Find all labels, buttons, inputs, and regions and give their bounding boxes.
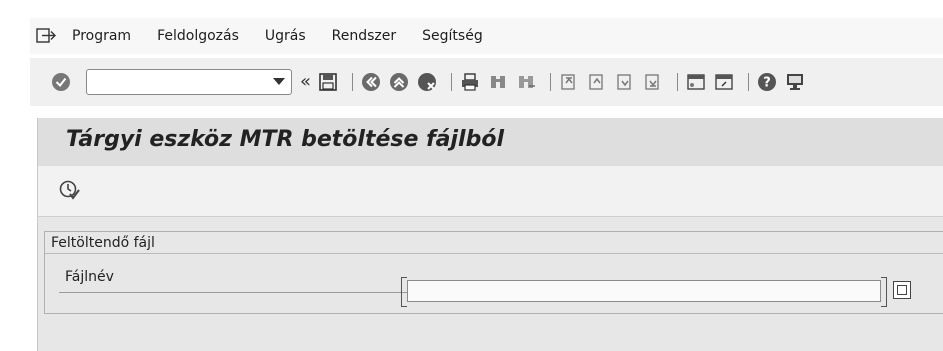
shortcut-icon[interactable] xyxy=(713,71,735,93)
find-next-icon[interactable] xyxy=(515,71,537,93)
group-title: Feltöltendő fájl xyxy=(45,232,943,254)
field-bracket-right xyxy=(881,277,887,307)
page-title: Tárgyi eszköz MTR betöltése fájlból xyxy=(66,127,504,152)
last-page-icon[interactable] xyxy=(642,71,664,93)
save-icon[interactable] xyxy=(317,71,339,93)
svg-text:?: ? xyxy=(763,76,771,91)
previous-page-icon[interactable] xyxy=(586,71,608,93)
exit-icon[interactable] xyxy=(388,71,410,93)
toolbar-separator xyxy=(451,73,453,91)
menu-item-program[interactable]: Program xyxy=(72,28,131,44)
command-field[interactable] xyxy=(86,69,292,95)
toolbar-separator xyxy=(748,73,750,91)
help-icon[interactable]: ? xyxy=(756,71,778,93)
cancel-icon[interactable] xyxy=(416,71,438,93)
filename-label: Fájlnév xyxy=(65,269,114,285)
command-input[interactable] xyxy=(91,72,265,94)
print-icon[interactable] xyxy=(459,71,481,93)
filename-input[interactable] xyxy=(407,280,881,302)
execute-icon[interactable] xyxy=(58,179,80,201)
enter-icon[interactable] xyxy=(50,71,72,93)
toolbar-separator xyxy=(550,73,552,91)
menu-item-feldolgozas[interactable]: Feldolgozás xyxy=(157,28,239,44)
label-underline xyxy=(59,292,413,293)
main-content: Feltöltendő fájl Fájlnév xyxy=(37,217,943,351)
first-page-icon[interactable] xyxy=(558,71,580,93)
toolbar-separator xyxy=(352,73,354,91)
menu-exit-icon[interactable] xyxy=(36,27,58,45)
collapse-icon[interactable]: « xyxy=(300,73,311,91)
command-dropdown-icon[interactable] xyxy=(273,78,285,85)
toolbar-separator xyxy=(677,73,679,91)
application-toolbar xyxy=(37,166,943,217)
menu-bar: Program Feldolgozás Ugrás Rendszer Segít… xyxy=(30,18,943,54)
standard-toolbar: « ? xyxy=(30,58,943,106)
next-page-icon[interactable] xyxy=(614,71,636,93)
layout-icon[interactable] xyxy=(784,71,806,93)
menu-item-rendszer[interactable]: Rendszer xyxy=(332,28,396,44)
upload-file-group: Feltöltendő fájl Fájlnév xyxy=(44,231,943,314)
value-help-icon[interactable] xyxy=(893,281,911,299)
find-icon[interactable] xyxy=(487,71,509,93)
create-session-icon[interactable] xyxy=(685,71,707,93)
filename-field-wrapper xyxy=(401,277,891,307)
back-icon[interactable] xyxy=(360,71,382,93)
menu-item-ugras[interactable]: Ugrás xyxy=(265,28,306,44)
menu-item-segitseg[interactable]: Segítség xyxy=(422,28,483,44)
screen-title-bar: Tárgyi eszköz MTR betöltése fájlból xyxy=(37,118,943,166)
